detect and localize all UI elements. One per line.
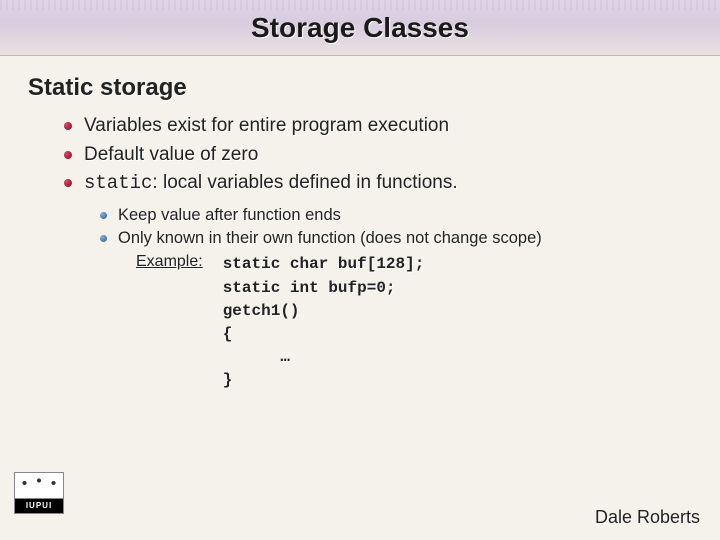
content-area: Static storage Variables exist for entir… [0,56,720,392]
bullet-list-level1: Variables exist for entire program execu… [64,112,692,198]
logo-graphic [15,473,63,499]
logo-text: IUPUI [15,499,63,513]
code-keyword: static [84,172,152,194]
title-bar: Storage Classes [0,0,720,56]
code-block: static char buf[128]; static int bufp=0;… [223,253,425,392]
example-block: Example: static char buf[128]; static in… [136,253,692,392]
section-heading: Static storage [28,74,692,102]
list-item-text: : local variables defined in functions. [152,172,457,193]
list-item: static: local variables defined in funct… [64,169,692,198]
list-item: Variables exist for entire program execu… [64,112,692,141]
author-name: Dale Roberts [595,507,700,528]
list-item: Keep value after function ends [100,204,692,228]
bullet-list-level2: Keep value after function ends Only know… [100,204,692,252]
example-label: Example: [136,253,203,271]
list-item: Only known in their own function (does n… [100,227,692,251]
iupui-logo: IUPUI [14,472,64,514]
slide-title: Storage Classes [251,12,469,44]
list-item: Default value of zero [64,141,692,170]
